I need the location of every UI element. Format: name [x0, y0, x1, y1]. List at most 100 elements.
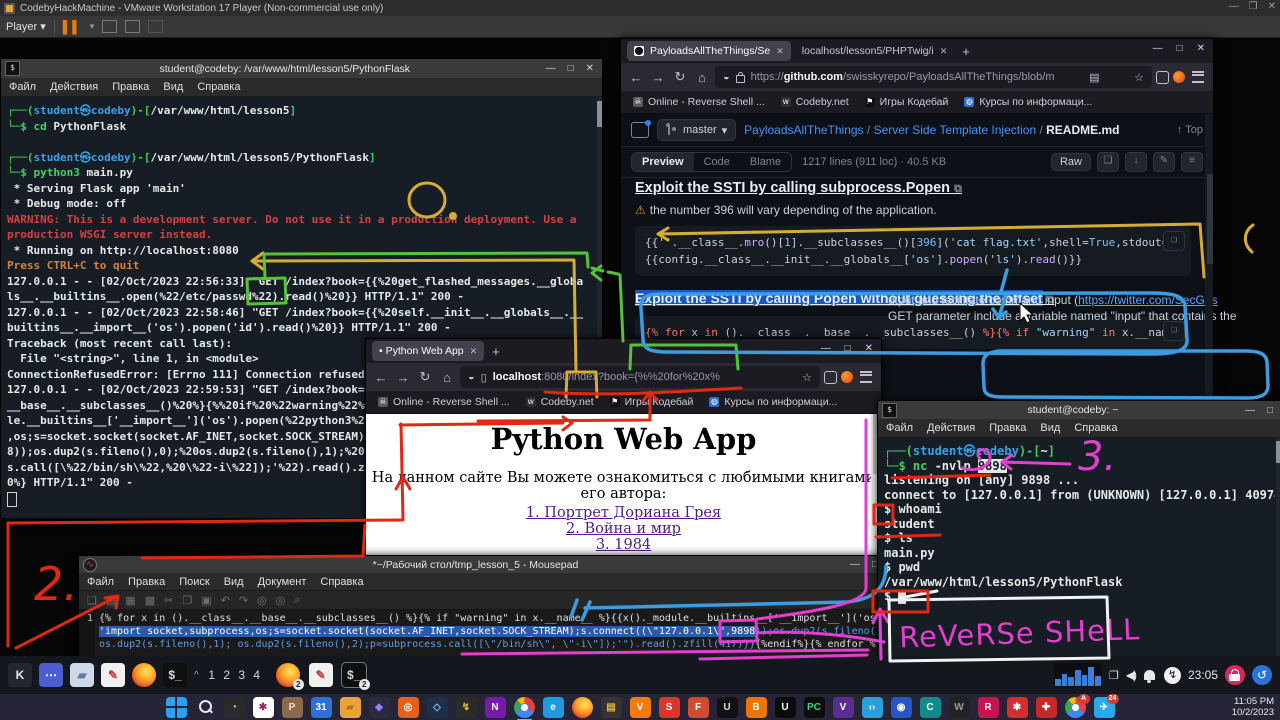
minimize-button[interactable]: — [1245, 405, 1255, 416]
menu-item[interactable]: Справка [197, 81, 240, 93]
breadcrumb-repo[interactable]: PayloadsAllTheThings [744, 123, 863, 137]
orange-app-icon[interactable]: ◎ [398, 697, 419, 718]
toolbar-icon[interactable]: ◎ [257, 594, 267, 607]
home-button[interactable]: ⌂ [438, 370, 456, 385]
book-link[interactable]: 1. Портрет Дориана Грея [366, 505, 881, 521]
copy-icon[interactable]: ❏ [1097, 152, 1119, 172]
bookmark-item[interactable]: ◍Курсы по информаци... [709, 396, 837, 408]
close-button[interactable]: ✕ [1197, 43, 1205, 54]
pause-dropdown[interactable]: ▾ [90, 21, 95, 32]
close-tab-icon[interactable]: ✕ [470, 346, 478, 357]
toolbar-icon[interactable]: ✂ [164, 594, 173, 607]
copy-code-icon[interactable]: ❏ [1163, 321, 1185, 341]
hamburger-menu-icon[interactable] [860, 371, 872, 383]
new-tab-button[interactable]: + [962, 44, 970, 59]
bookmark-item[interactable]: wCodeby.net [526, 396, 594, 408]
workspace-number[interactable]: 2 [221, 668, 233, 682]
volume-icon[interactable]: ◀) [1126, 668, 1135, 682]
toolbar-icon[interactable]: ▣ [201, 594, 211, 607]
red-gear-app-icon[interactable]: ✱ [1007, 697, 1028, 718]
windows-clock[interactable]: 11:05 PM10/2/2023 [1232, 696, 1274, 718]
menu-item[interactable]: Файл [87, 576, 114, 588]
viewer-3d-icon[interactable]: ◇ [427, 697, 448, 718]
notifications-bell-icon[interactable] [1144, 670, 1155, 680]
vscode-icon[interactable]: ‹› [862, 697, 883, 718]
rider-icon[interactable]: R [978, 697, 999, 718]
visualstudio-icon[interactable]: V [833, 697, 854, 718]
onenote-icon[interactable]: N [485, 697, 506, 718]
bookmark-item[interactable]: ☠Online - Reverse Shell ... [633, 96, 765, 108]
telegram-icon[interactable]: ✈24 [1094, 697, 1115, 718]
menu-item[interactable]: Правка [112, 81, 149, 93]
fullscreen-icon[interactable] [125, 20, 140, 33]
toolbar-icon[interactable]: ▦ [125, 594, 135, 607]
back-to-top-link[interactable]: ↑ Top [1177, 124, 1203, 136]
breadcrumb-folder[interactable]: Server Side Template Injection [874, 123, 1037, 137]
back-button[interactable]: ← [627, 70, 645, 85]
arrows-app-icon[interactable]: ↯ [456, 697, 477, 718]
scrollbar[interactable] [1276, 438, 1280, 657]
flask-terminal-titlebar[interactable]: $ student@codeby: /var/www/html/lesson5/… [1, 59, 602, 78]
bookmark-item[interactable]: ☠Online - Reverse Shell ... [378, 396, 510, 408]
hamburger-menu-icon[interactable] [1192, 71, 1204, 83]
book-link[interactable]: 2. Война и мир [366, 521, 881, 537]
extension-icon[interactable] [1173, 71, 1185, 83]
bookmark-star-icon[interactable]: ☆ [802, 371, 812, 384]
workspace-number[interactable]: 4 [251, 668, 263, 682]
vm-clock[interactable]: 23:05 [1188, 668, 1218, 682]
pycharm-icon[interactable]: PC [804, 697, 825, 718]
branch-selector[interactable]: master ▾ [657, 119, 736, 141]
mousepad-titlebar[interactable]: ∿ *~/Рабочий стол/tmp_lesson_5 - Mousepa… [79, 556, 886, 573]
close-tab-icon[interactable]: ✕ [776, 46, 784, 57]
minimize-button[interactable]: — [546, 63, 556, 74]
bookmark-item[interactable]: ⚑Игры Кодебай [610, 396, 694, 408]
explorer-icon[interactable]: ▰ [340, 697, 361, 718]
toolbar-icon[interactable]: ↷ [239, 594, 248, 607]
wasp-app-icon[interactable]: W [949, 697, 970, 718]
blender-icon[interactable]: B [746, 697, 767, 718]
maximize-button[interactable]: □ [568, 63, 574, 74]
unreal-icon[interactable]: U [775, 697, 796, 718]
bookmark-item[interactable]: ⚑Игры Кодебай [865, 96, 949, 108]
window-list-icon[interactable]: ❐ [1109, 669, 1119, 682]
view-tab-preview[interactable]: Preview [632, 153, 694, 171]
forward-button[interactable]: → [394, 370, 412, 385]
slack-icon[interactable]: ✱ [253, 697, 274, 718]
menu-item[interactable]: Вид [1040, 422, 1060, 434]
search-icon[interactable] [195, 697, 216, 718]
obsidian-icon[interactable]: ◆ [369, 697, 390, 718]
outline-icon[interactable]: ≡ [1181, 152, 1203, 172]
toolbar-icon[interactable]: ▩ [145, 594, 155, 607]
bookmark-item[interactable]: wCodeby.net [781, 96, 849, 108]
nc-terminal-body[interactable]: ┌──(student㉿codeby)-[~]└─$ nc -nvlp 9898… [878, 438, 1280, 657]
reload-button[interactable]: ↻ [416, 369, 434, 385]
menu-item[interactable]: Действия [50, 81, 98, 93]
maximize-button[interactable]: □ [1267, 405, 1273, 416]
chart-app-icon[interactable]: ▤ [601, 697, 622, 718]
file-manager-icon[interactable]: ▰ [70, 663, 94, 687]
tab-python-web-app[interactable]: • Python Web App✕ [372, 341, 484, 361]
send-ctrl-alt-del-icon[interactable] [102, 20, 117, 33]
terminal-running-icon[interactable]: $_2 [342, 663, 366, 687]
edge-icon[interactable]: e [543, 697, 564, 718]
maps-pin-icon[interactable]: ◉ [891, 697, 912, 718]
menu-item[interactable]: Справка [320, 576, 363, 588]
maximize-button[interactable]: □ [1177, 43, 1183, 54]
view-tab-code[interactable]: Code [694, 153, 740, 171]
copy-code-icon[interactable]: ❏ [1163, 231, 1185, 251]
mousepad-icon[interactable]: ✎ [101, 663, 125, 687]
download-icon[interactable]: ↓ [1125, 152, 1147, 172]
start-button[interactable] [166, 697, 187, 718]
close-tab-icon[interactable]: ✕ [940, 46, 948, 57]
chrome-profile-icon[interactable]: A [1065, 697, 1086, 718]
forward-button[interactable]: → [649, 70, 667, 85]
tracking-shield-icon[interactable]: ◒ [468, 371, 475, 383]
url-bar[interactable]: ◒ https://github.com/swisskyrepo/Payload… [715, 66, 1152, 88]
back-button[interactable]: ← [372, 370, 390, 385]
reload-button[interactable]: ↻ [671, 69, 689, 85]
url-bar[interactable]: ◒ ▯ localhost:8080/index?book={%%20for%2… [460, 366, 820, 388]
toolbar-icon[interactable]: ❏ [87, 594, 97, 607]
tab-localhost-phptwig[interactable]: localhost/lesson5/PHPTwig/i✕ [795, 41, 954, 61]
workspace-number[interactable]: 1 [206, 668, 218, 682]
kali-menu-icon[interactable]: K [8, 663, 32, 687]
